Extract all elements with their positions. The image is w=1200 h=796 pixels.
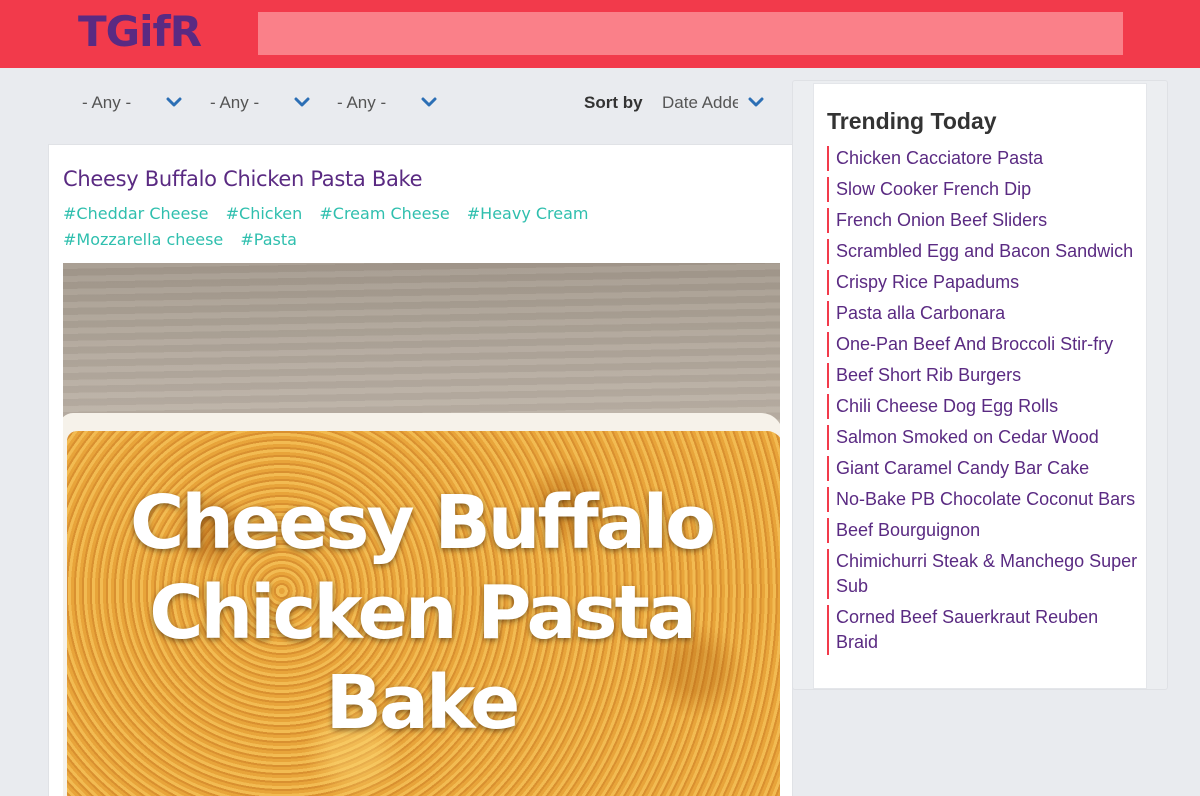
- trending-list: Chicken Cacciatore Pasta Slow Cooker Fre…: [827, 146, 1145, 661]
- trending-item[interactable]: Beef Short Rib Burgers: [827, 363, 1145, 388]
- trending-item[interactable]: Giant Caramel Candy Bar Cake: [827, 456, 1145, 481]
- trending-item[interactable]: One-Pan Beef And Broccoli Stir-fry: [827, 332, 1145, 357]
- tag-link[interactable]: #Cream Cheese: [319, 204, 449, 223]
- tag-link[interactable]: #Mozzarella cheese: [63, 230, 223, 249]
- image-background: [63, 263, 780, 438]
- tag-link[interactable]: #Chicken: [226, 204, 303, 223]
- search-input[interactable]: [258, 12, 1123, 55]
- post-title[interactable]: Cheesy Buffalo Chicken Pasta Bake: [63, 167, 423, 191]
- tag-link[interactable]: #Pasta: [240, 230, 297, 249]
- image-overlay-text: Cheesy Buffalo Chicken Pasta Bake: [63, 478, 780, 748]
- chevron-down-icon[interactable]: [748, 94, 764, 110]
- trending-item[interactable]: Crispy Rice Papadums: [827, 270, 1145, 295]
- logo-text: TGifR: [78, 7, 202, 56]
- filter-select-1[interactable]: - Any -: [82, 84, 188, 122]
- trending-item[interactable]: French Onion Beef Sliders: [827, 208, 1145, 233]
- chevron-down-icon: [166, 97, 182, 107]
- trending-item[interactable]: Chicken Cacciatore Pasta: [827, 146, 1145, 171]
- chevron-down-icon: [421, 97, 437, 107]
- trending-panel: Trending Today Chicken Cacciatore Pasta …: [813, 83, 1147, 689]
- trending-title: Trending Today: [827, 108, 997, 134]
- sort-label: Sort by: [584, 93, 643, 112]
- trending-item[interactable]: Chili Cheese Dog Egg Rolls: [827, 394, 1145, 419]
- filter-bar: - Any - - Any - - Any - Sort by Date Add…: [62, 84, 772, 122]
- post-card: Cheesy Buffalo Chicken Pasta Bake #Chedd…: [48, 144, 793, 796]
- sort-select-value: Date Added: [662, 93, 738, 112]
- trending-item[interactable]: Corned Beef Sauerkraut Reuben Braid: [827, 605, 1145, 655]
- filter-select-3[interactable]: - Any -: [337, 84, 443, 122]
- filter-select-label: - Any -: [210, 93, 260, 112]
- sort-select[interactable]: Date Added: [662, 84, 738, 122]
- post-image[interactable]: Cheesy Buffalo Chicken Pasta Bake: [63, 263, 780, 796]
- trending-item[interactable]: Pasta alla Carbonara: [827, 301, 1145, 326]
- tag-link[interactable]: #Heavy Cream: [467, 204, 589, 223]
- overlay-line: Chicken Pasta: [149, 570, 697, 656]
- chevron-down-icon: [294, 97, 310, 107]
- trending-item[interactable]: No-Bake PB Chocolate Coconut Bars: [827, 487, 1145, 512]
- filter-select-label: - Any -: [82, 93, 132, 112]
- filter-select-2[interactable]: - Any -: [210, 84, 316, 122]
- overlay-line: Cheesy Buffalo: [129, 480, 716, 566]
- site-logo[interactable]: TGifR: [78, 7, 202, 56]
- sidebar-container: Trending Today Chicken Cacciatore Pasta …: [792, 80, 1168, 690]
- trending-item[interactable]: Salmon Smoked on Cedar Wood: [827, 425, 1145, 450]
- top-bar: TGifR: [0, 0, 1200, 68]
- tag-link[interactable]: #Cheddar Cheese: [63, 204, 209, 223]
- trending-item[interactable]: Scrambled Egg and Bacon Sandwich: [827, 239, 1145, 264]
- trending-item[interactable]: Chimichurri Steak & Manchego Super Sub: [827, 549, 1145, 599]
- overlay-line: Bake: [325, 660, 521, 746]
- post-tags: #Cheddar Cheese #Chicken #Cream Cheese #…: [63, 201, 703, 253]
- trending-item[interactable]: Slow Cooker French Dip: [827, 177, 1145, 202]
- trending-item[interactable]: Beef Bourguignon: [827, 518, 1145, 543]
- filter-select-label: - Any -: [337, 93, 387, 112]
